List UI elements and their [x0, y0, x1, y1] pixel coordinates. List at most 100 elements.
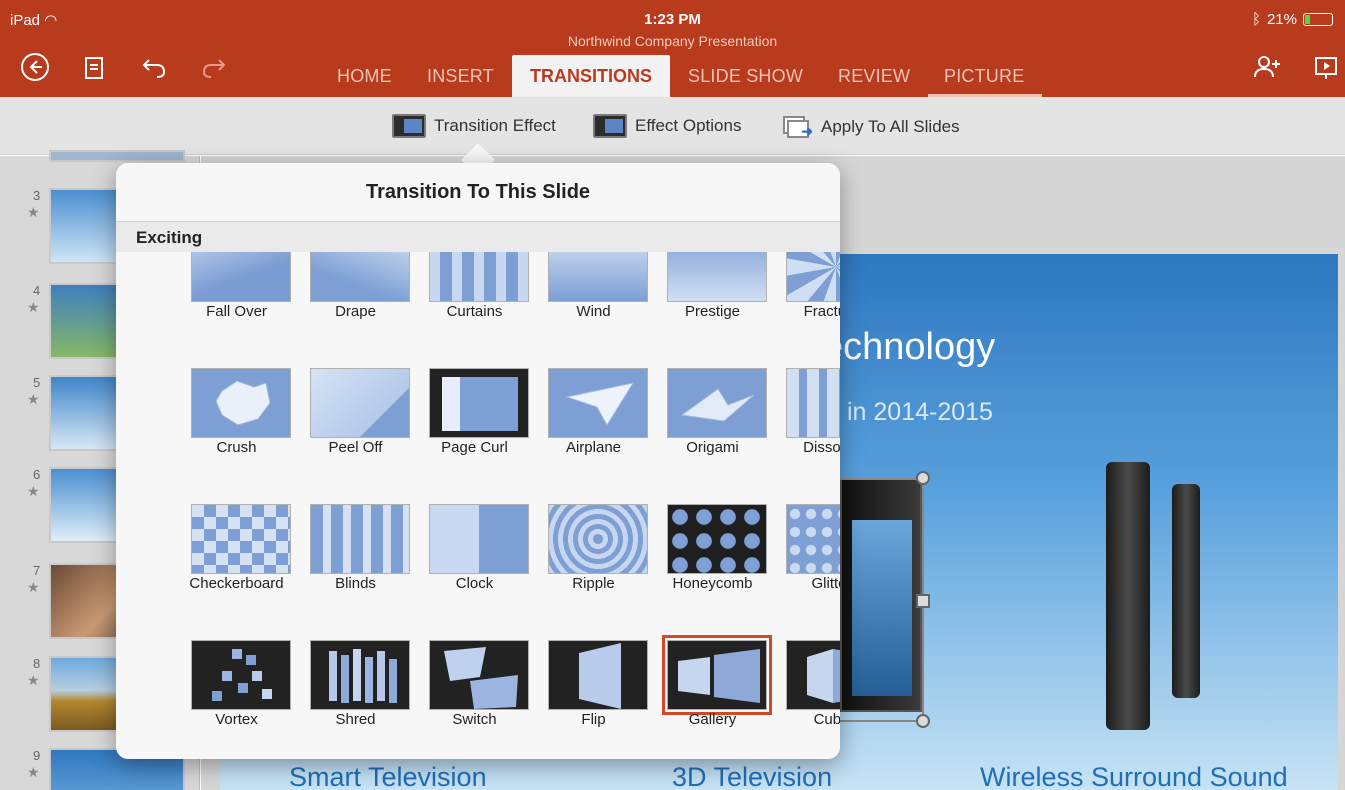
battery-percent: 21%	[1266, 11, 1297, 28]
transition-effect-label: Transition Effect	[434, 116, 556, 135]
shred-thumbnail	[310, 640, 410, 710]
effect-options-button[interactable]: Effect Options	[593, 114, 741, 138]
transition-effect-icon	[392, 114, 426, 138]
resize-handle-bottom-right[interactable]	[916, 714, 930, 728]
slide-number: 7	[33, 563, 41, 578]
tall-speaker-image[interactable]	[1106, 462, 1150, 730]
star-icon: ★	[27, 764, 40, 780]
transition-glitter[interactable]: Glitter	[772, 488, 840, 624]
transition-vortex[interactable]: Vortex	[177, 624, 296, 759]
transition-label: Fall Over	[206, 303, 267, 320]
transition-blinds[interactable]: Blinds	[296, 488, 415, 624]
transition-clock[interactable]: Clock	[415, 488, 534, 624]
document-title: Northwind Company Presentation	[567, 33, 778, 49]
transition-grid[interactable]: Fall Over Drape Curtains Wind Prestige F…	[116, 252, 840, 759]
transition-drape[interactable]: Drape	[296, 252, 415, 352]
transition-gallery[interactable]: Gallery	[653, 624, 772, 759]
transition-effect-button[interactable]: Transition Effect	[392, 114, 556, 138]
tab-picture[interactable]: PICTURE	[944, 66, 1024, 87]
star-icon: ★	[27, 299, 40, 315]
blinds-thumbnail	[310, 504, 410, 574]
transition-label: Gallery	[688, 711, 737, 728]
transition-peel-off[interactable]: Peel Off	[296, 352, 415, 488]
star-icon: ★	[27, 483, 40, 499]
checkerboard-thumbnail	[191, 504, 291, 574]
apply-all-icon: ➜	[781, 114, 813, 140]
slide-caption-2[interactable]: 3D Television	[672, 762, 832, 790]
glitter-thumbnail	[786, 504, 840, 574]
transition-shred[interactable]: Shred	[296, 624, 415, 759]
transition-label: Honeycomb	[672, 575, 753, 592]
transition-crush[interactable]: Crush	[177, 352, 296, 488]
back-circle-icon[interactable]	[20, 52, 50, 82]
transition-label: Vortex	[215, 711, 258, 728]
fracture-thumbnail	[786, 252, 840, 302]
tab-review[interactable]: REVIEW	[838, 66, 910, 87]
transition-label: Peel Off	[328, 439, 383, 456]
transition-checkerboard[interactable]: Checkerboard	[177, 488, 296, 624]
slide-title[interactable]: echnology	[822, 326, 995, 369]
tv-image[interactable]	[840, 478, 922, 712]
transition-origami[interactable]: Origami	[653, 352, 772, 488]
honeycomb-thumbnail	[667, 504, 767, 574]
prestige-thumbnail	[667, 252, 767, 302]
transition-curtains[interactable]: Curtains	[415, 252, 534, 352]
slim-speaker-image[interactable]	[1172, 484, 1200, 698]
transition-label: Flip	[581, 711, 606, 728]
crush-thumbnail	[191, 368, 291, 438]
tab-transitions[interactable]: TRANSITIONS	[512, 55, 670, 97]
present-icon[interactable]	[1311, 52, 1341, 82]
tab-slide-show[interactable]: SLIDE SHOW	[688, 66, 803, 87]
transition-switch[interactable]: Switch	[415, 624, 534, 759]
slide-caption-1[interactable]: Smart Television	[289, 762, 487, 790]
transition-prestige[interactable]: Prestige	[653, 252, 772, 352]
curtains-thumbnail	[429, 252, 529, 302]
resize-handle-right[interactable]	[916, 594, 930, 608]
transition-label: Origami	[686, 439, 739, 456]
slide-thumbnail-partial[interactable]	[49, 150, 185, 162]
transition-dissolve[interactable]: Dissolve	[772, 352, 840, 488]
undo-icon[interactable]	[139, 52, 169, 82]
transition-honeycomb[interactable]: Honeycomb	[653, 488, 772, 624]
transition-fracture[interactable]: Fracture	[772, 252, 840, 352]
page-curl-thumbnail	[429, 368, 529, 438]
effect-options-icon	[593, 114, 627, 138]
transition-label: Switch	[452, 711, 497, 728]
switch-thumbnail	[429, 640, 529, 710]
status-time: 1:23 PM	[644, 11, 701, 28]
transition-page-curl[interactable]: Page Curl	[415, 352, 534, 488]
transition-label: Cube	[813, 711, 840, 728]
ribbon: Transition Effect Effect Options ➜ Apply…	[0, 97, 1345, 155]
transition-label: Drape	[335, 303, 376, 320]
slide-caption-3[interactable]: Wireless Surround Sound	[980, 762, 1288, 790]
resize-handle-top-right[interactable]	[916, 471, 930, 485]
star-icon: ★	[27, 672, 40, 688]
gallery-thumbnail	[662, 635, 772, 715]
battery-icon	[1303, 13, 1333, 26]
transition-label: Wind	[576, 303, 611, 320]
transition-wind[interactable]: Wind	[534, 252, 653, 352]
file-icon[interactable]	[79, 52, 109, 82]
slide-number: 4	[33, 283, 41, 298]
origami-thumbnail	[667, 368, 767, 438]
transition-ripple[interactable]: Ripple	[534, 488, 653, 624]
slide-number: 8	[33, 656, 41, 671]
transition-flip[interactable]: Flip	[534, 624, 653, 759]
transition-label: Curtains	[446, 303, 503, 320]
apply-all-button[interactable]: ➜ Apply To All Slides	[781, 114, 960, 140]
selection-border-top	[840, 478, 924, 480]
tab-insert[interactable]: INSERT	[427, 66, 494, 87]
tab-home[interactable]: HOME	[337, 66, 392, 87]
transition-fall-over[interactable]: Fall Over	[177, 252, 296, 352]
transition-label: Airplane	[565, 439, 622, 456]
transition-label: Checkerboard	[189, 575, 284, 592]
redo-icon[interactable]	[199, 52, 229, 82]
transition-airplane[interactable]: Airplane	[534, 352, 653, 488]
slide-number: 3	[33, 188, 41, 203]
add-person-icon[interactable]	[1252, 52, 1282, 82]
clock-thumbnail	[429, 504, 529, 574]
slide-subtitle[interactable]: in 2014-2015	[847, 398, 993, 427]
transition-cube[interactable]: Cube	[772, 624, 840, 759]
transition-label: Prestige	[684, 303, 741, 320]
slide-number: 6	[33, 467, 41, 482]
